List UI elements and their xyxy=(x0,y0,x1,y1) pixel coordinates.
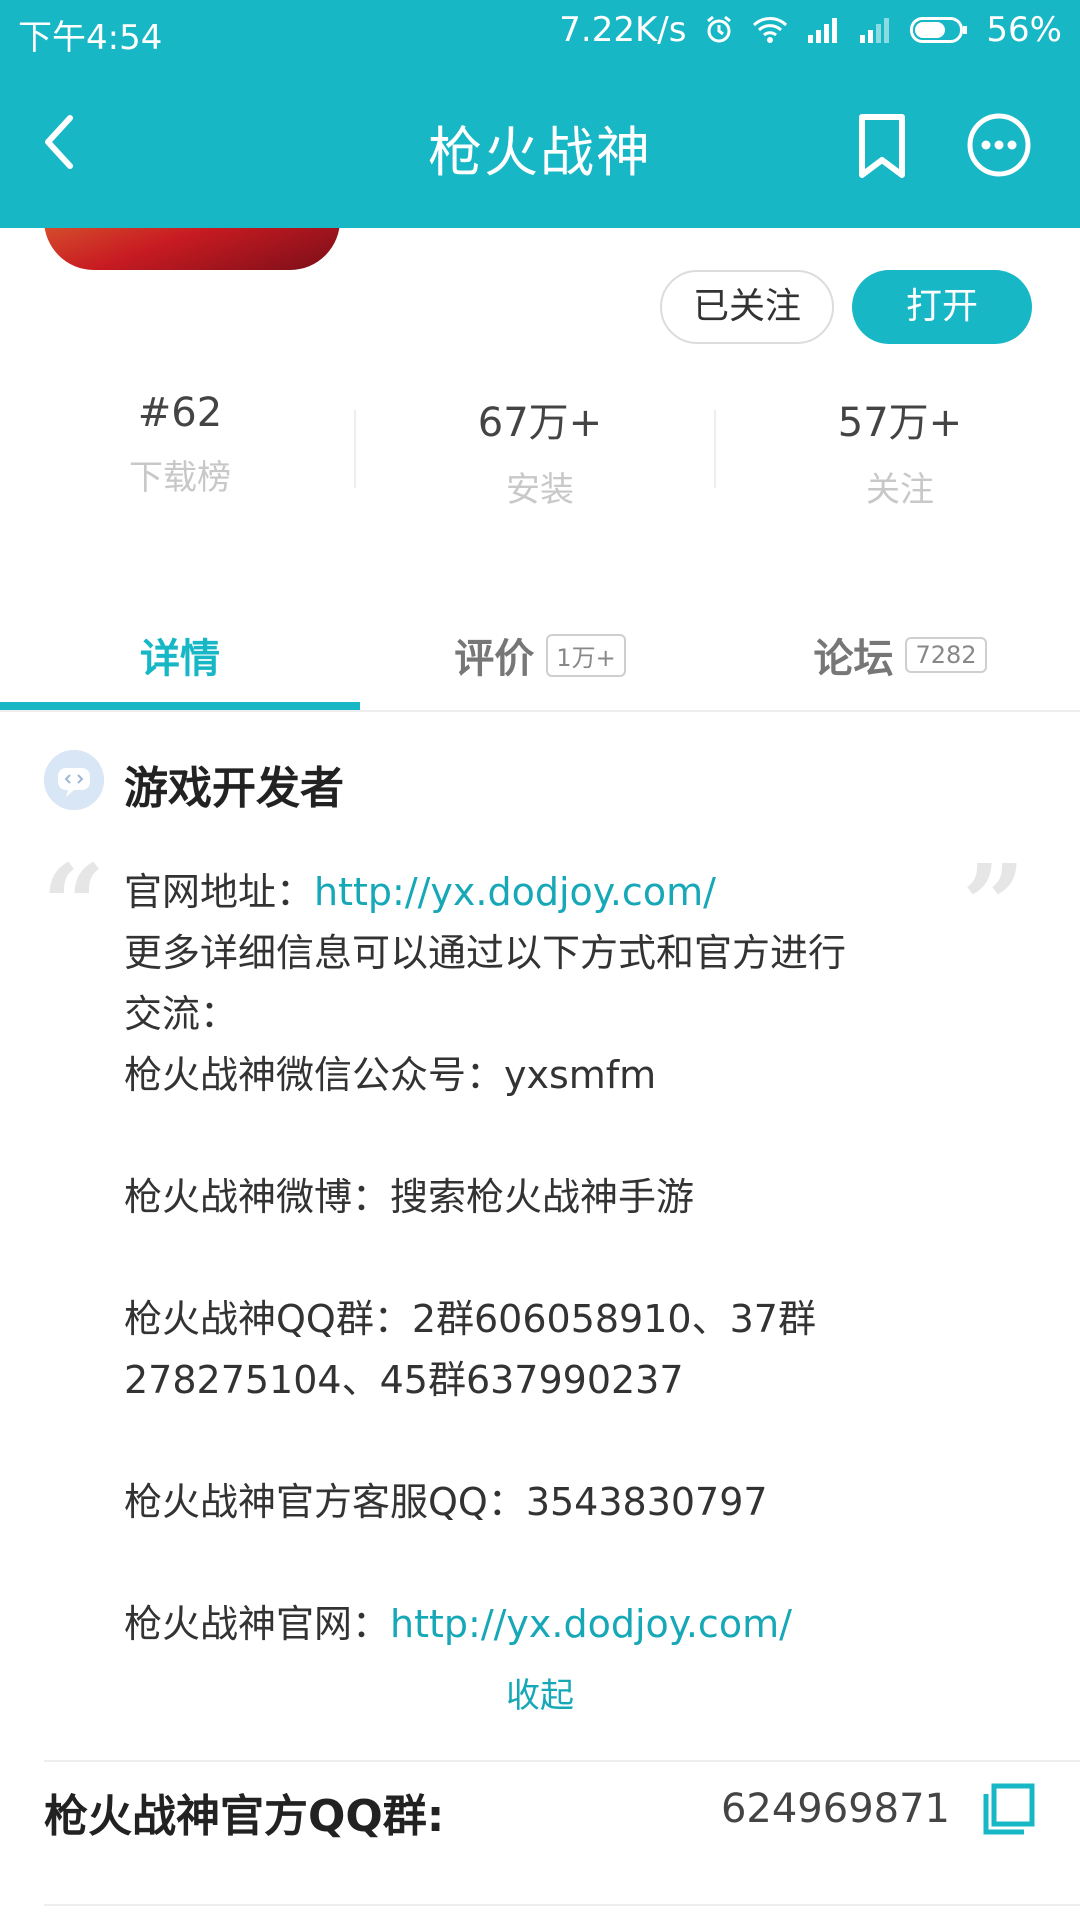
tab-label: 详情 xyxy=(140,636,220,682)
stat-label: 安装 xyxy=(506,470,574,510)
qq-group-label: 枪火战神官方QQ群: xyxy=(44,1791,445,1842)
close-quote-icon: ” xyxy=(962,840,1026,969)
desc-line: 278275104、45群637990237 xyxy=(124,1358,684,1402)
desc-line xyxy=(124,1411,944,1472)
tab-forum[interactable]: 论坛 7282 xyxy=(720,600,1080,710)
battery-icon xyxy=(910,16,968,44)
tab-count-badge: 7282 xyxy=(905,637,987,673)
alarm-icon xyxy=(704,15,734,45)
qq-group-number: 624969871 xyxy=(720,1786,950,1832)
stat-value: 57万+ xyxy=(837,400,963,446)
desc-line: 交流： xyxy=(124,992,239,1036)
developer-description: 官网地址：http://yx.dodjoy.com/ 更多详细信息可以通过以下方… xyxy=(124,862,944,1655)
more-options-icon[interactable] xyxy=(964,110,1034,180)
status-right: 7.22K/s 56% xyxy=(559,10,1062,50)
status-bar: 下午4:54 7.22K/s 56% xyxy=(0,0,1080,62)
official-site-link[interactable]: http://yx.dodjoy.com/ xyxy=(390,1602,792,1646)
stat-value: 67万+ xyxy=(477,400,603,446)
tab-bar: 详情 评价 1万+ 论坛 7282 xyxy=(0,600,1080,712)
wifi-icon xyxy=(752,16,788,44)
qq-group-row: 枪火战神官方QQ群: 624969871 xyxy=(44,1760,1036,1870)
stat-followers: 57万+ 关注 xyxy=(720,390,1080,511)
tab-active-indicator xyxy=(0,702,360,710)
desc-line xyxy=(124,1228,944,1289)
official-site-label: 枪火战神官网： xyxy=(124,1602,391,1646)
follow-button[interactable]: 已关注 xyxy=(660,270,834,344)
network-speed: 7.22K/s xyxy=(559,10,687,50)
section-divider xyxy=(44,1904,1080,1906)
tab-reviews[interactable]: 评价 1万+ xyxy=(360,600,720,710)
signal-icon-2 xyxy=(858,17,892,43)
stats-row: #62 下载榜 67万+ 安装 57万+ 关注 xyxy=(0,390,1080,520)
desc-line xyxy=(124,1106,944,1167)
open-button[interactable]: 打开 xyxy=(852,270,1032,344)
desc-line: 更多详细信息可以通过以下方式和官方进行 xyxy=(124,931,847,975)
bookmark-icon[interactable] xyxy=(852,112,912,182)
website-line: 官网地址：http://yx.dodjoy.com/ xyxy=(124,862,944,923)
copy-icon[interactable] xyxy=(980,1782,1036,1838)
status-time: 下午4:54 xyxy=(18,18,163,58)
tab-label: 评价 xyxy=(454,636,535,682)
battery-percent: 56% xyxy=(986,10,1062,50)
title-bar: 枪火战神 xyxy=(0,62,1080,228)
desc-line: 枪火战神微博：搜索枪火战神手游 xyxy=(124,1175,695,1219)
website-label: 官网地址： xyxy=(124,870,315,914)
page-title: 枪火战神 xyxy=(428,121,652,184)
stat-label: 下载榜 xyxy=(129,458,231,498)
top-bar: 下午4:54 7.22K/s 56% 枪火战神 xyxy=(0,0,1080,228)
desc-line xyxy=(124,1533,944,1594)
official-site-line: 枪火战神官网：http://yx.dodjoy.com/ xyxy=(124,1594,944,1655)
stat-rank[interactable]: #62 下载榜 xyxy=(0,390,360,499)
stat-value: #62 xyxy=(137,390,223,436)
stat-divider xyxy=(714,410,716,488)
tab-details[interactable]: 详情 xyxy=(0,600,360,710)
desc-line: 枪火战神官方客服QQ：3543830797 xyxy=(124,1480,768,1524)
signal-icon xyxy=(806,17,840,43)
developer-avatar-icon xyxy=(44,750,104,810)
website-link[interactable]: http://yx.dodjoy.com/ xyxy=(314,870,716,914)
tab-count-badge: 1万+ xyxy=(546,633,626,677)
stat-installs: 67万+ 安装 xyxy=(360,390,720,511)
tab-label: 论坛 xyxy=(813,636,894,682)
desc-line: 枪火战神微信公众号：yxsmfm xyxy=(124,1053,657,1097)
developer-section-title: 游戏开发者 xyxy=(124,763,344,814)
stat-divider xyxy=(354,410,356,488)
collapse-button[interactable]: 收起 xyxy=(0,1668,1080,1717)
open-quote-icon: “ xyxy=(42,840,106,969)
stat-label: 关注 xyxy=(866,470,934,510)
desc-line: 枪火战神QQ群：2群606058910、37群 xyxy=(124,1297,816,1341)
